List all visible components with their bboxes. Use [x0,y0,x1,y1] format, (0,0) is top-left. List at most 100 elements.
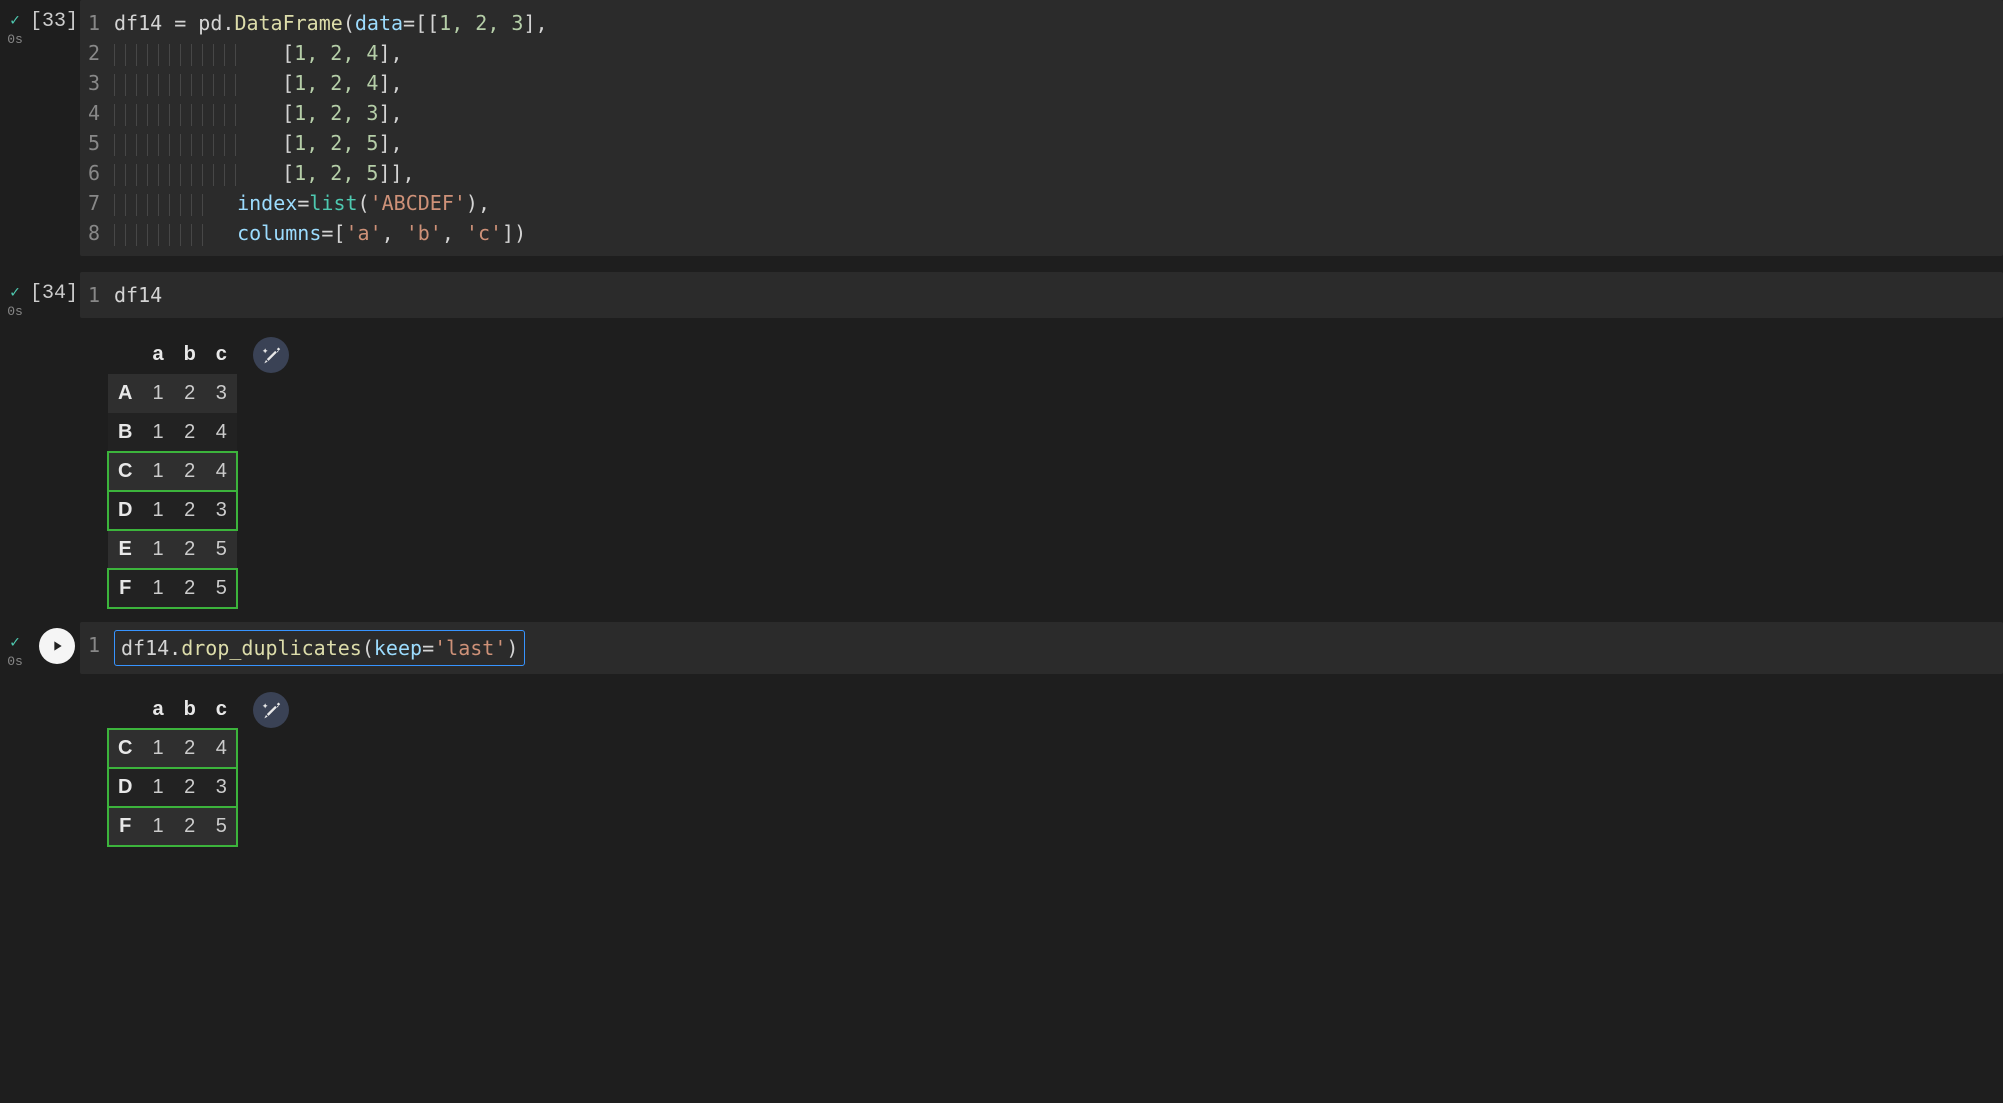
code-token: =[ [321,221,345,245]
cell-timing: 0s [0,32,30,47]
code-content[interactable]: df14.drop_duplicates(keep='last') [114,630,2003,666]
code-token: [ [282,41,294,65]
code-token: ]) [502,221,526,245]
code-token: 1, 2, 4 [294,41,378,65]
cell-value: 1 [142,413,173,452]
dataframe-table: a b c C124D123F125 [108,690,237,846]
cell-value: 1 [142,530,173,569]
cell-value: 2 [174,569,206,608]
code-token: 1, 2, 3 [294,101,378,125]
cell-value: 2 [174,530,206,569]
dataframe-table: a b c A123B124C124D123E125F125 [108,335,237,608]
code-token: data [355,11,403,35]
cell-value: 5 [206,530,237,569]
magic-wand-icon[interactable] [253,692,289,728]
code-content[interactable]: df14 = pd.DataFrame(data=[[1, 2, 3], [1,… [114,8,2003,248]
column-header: b [174,690,206,729]
code-token: . [222,11,234,35]
table-row: C124 [108,452,237,491]
table-row: B124 [108,413,237,452]
code-cell-active[interactable]: ✓ 0s 1 df14.drop_duplicates(keep='last') [0,622,2003,674]
line-gutter: 1 [80,280,114,310]
row-index: C [108,452,142,491]
code-token: list [309,191,357,215]
table-row: D123 [108,768,237,807]
run-cell-button[interactable] [39,628,75,664]
cell-value: 4 [206,729,237,768]
cell-value: 2 [174,452,206,491]
row-index: F [108,807,142,846]
row-index: F [108,569,142,608]
line-number: 1 [80,8,100,38]
code-token: 1, 2, 5 [294,161,378,185]
column-header: a [142,690,173,729]
code-editor[interactable]: 1 df14.drop_duplicates(keep='last') [80,622,2003,674]
column-header: b [174,335,206,374]
code-token: 'ABCDEF' [370,191,466,215]
code-token: df14 [121,636,169,660]
code-token: [ [282,161,294,185]
column-header: a [142,335,173,374]
table-row: F125 [108,569,237,608]
line-number: 6 [80,158,100,188]
table-row: C124 [108,729,237,768]
cell-value: 2 [174,807,206,846]
row-index: D [108,491,142,530]
line-number: 2 [80,38,100,68]
code-token: . [169,636,181,660]
code-cell-33[interactable]: ✓ 0s [33] 1 2 3 4 5 6 7 8 df14 = pd.Data… [0,0,2003,256]
code-token: 'c' [466,221,502,245]
code-token: ], [378,101,402,125]
cell-value: 2 [174,729,206,768]
line-number: 8 [80,218,100,248]
table-row: A123 [108,374,237,413]
cell-value: 1 [142,729,173,768]
code-token: 'a' [345,221,381,245]
exec-count: [33] [30,0,80,33]
cell-timing: 0s [0,654,30,669]
code-token: df14 [114,11,162,35]
code-token: ( [358,191,370,215]
check-icon: ✓ [0,282,30,302]
cell-value: 2 [174,491,206,530]
cell-value: 3 [206,374,237,413]
code-token: , [382,221,406,245]
table-row: F125 [108,807,237,846]
code-token: =[[ [403,11,439,35]
column-header: c [206,335,237,374]
code-editor[interactable]: 1 2 3 4 5 6 7 8 df14 = pd.DataFrame(data… [80,0,2003,256]
cell-value: 3 [206,768,237,807]
table-header-row: a b c [108,690,237,729]
cell-value: 1 [142,569,173,608]
code-token: 'b' [406,221,442,245]
line-number: 7 [80,188,100,218]
code-token: [ [282,131,294,155]
check-icon: ✓ [0,10,30,30]
code-token: = [297,191,309,215]
code-token: , [442,221,466,245]
code-cell-34[interactable]: ✓ 0s [34] 1 df14 [0,272,2003,319]
cell-value: 1 [142,491,173,530]
code-content[interactable]: df14 [114,280,2003,310]
cell-status: ✓ 0s [0,272,30,319]
code-token: DataFrame [234,11,342,35]
column-header: c [206,690,237,729]
code-token: ], [378,131,402,155]
magic-wand-icon[interactable] [253,337,289,373]
code-token: = [422,636,434,660]
table-header-row: a b c [108,335,237,374]
exec-count: [34] [30,272,80,305]
code-token: 1, 2, 4 [294,71,378,95]
code-token: ]], [378,161,414,185]
code-token: keep [374,636,422,660]
row-index: A [108,374,142,413]
line-gutter: 1 [80,630,114,666]
code-editor[interactable]: 1 df14 [80,272,2003,318]
cell-value: 4 [206,413,237,452]
code-token: [ [282,71,294,95]
code-token: ), [466,191,490,215]
line-number: 4 [80,98,100,128]
row-index: B [108,413,142,452]
code-token: [ [282,101,294,125]
code-token: index [237,191,297,215]
